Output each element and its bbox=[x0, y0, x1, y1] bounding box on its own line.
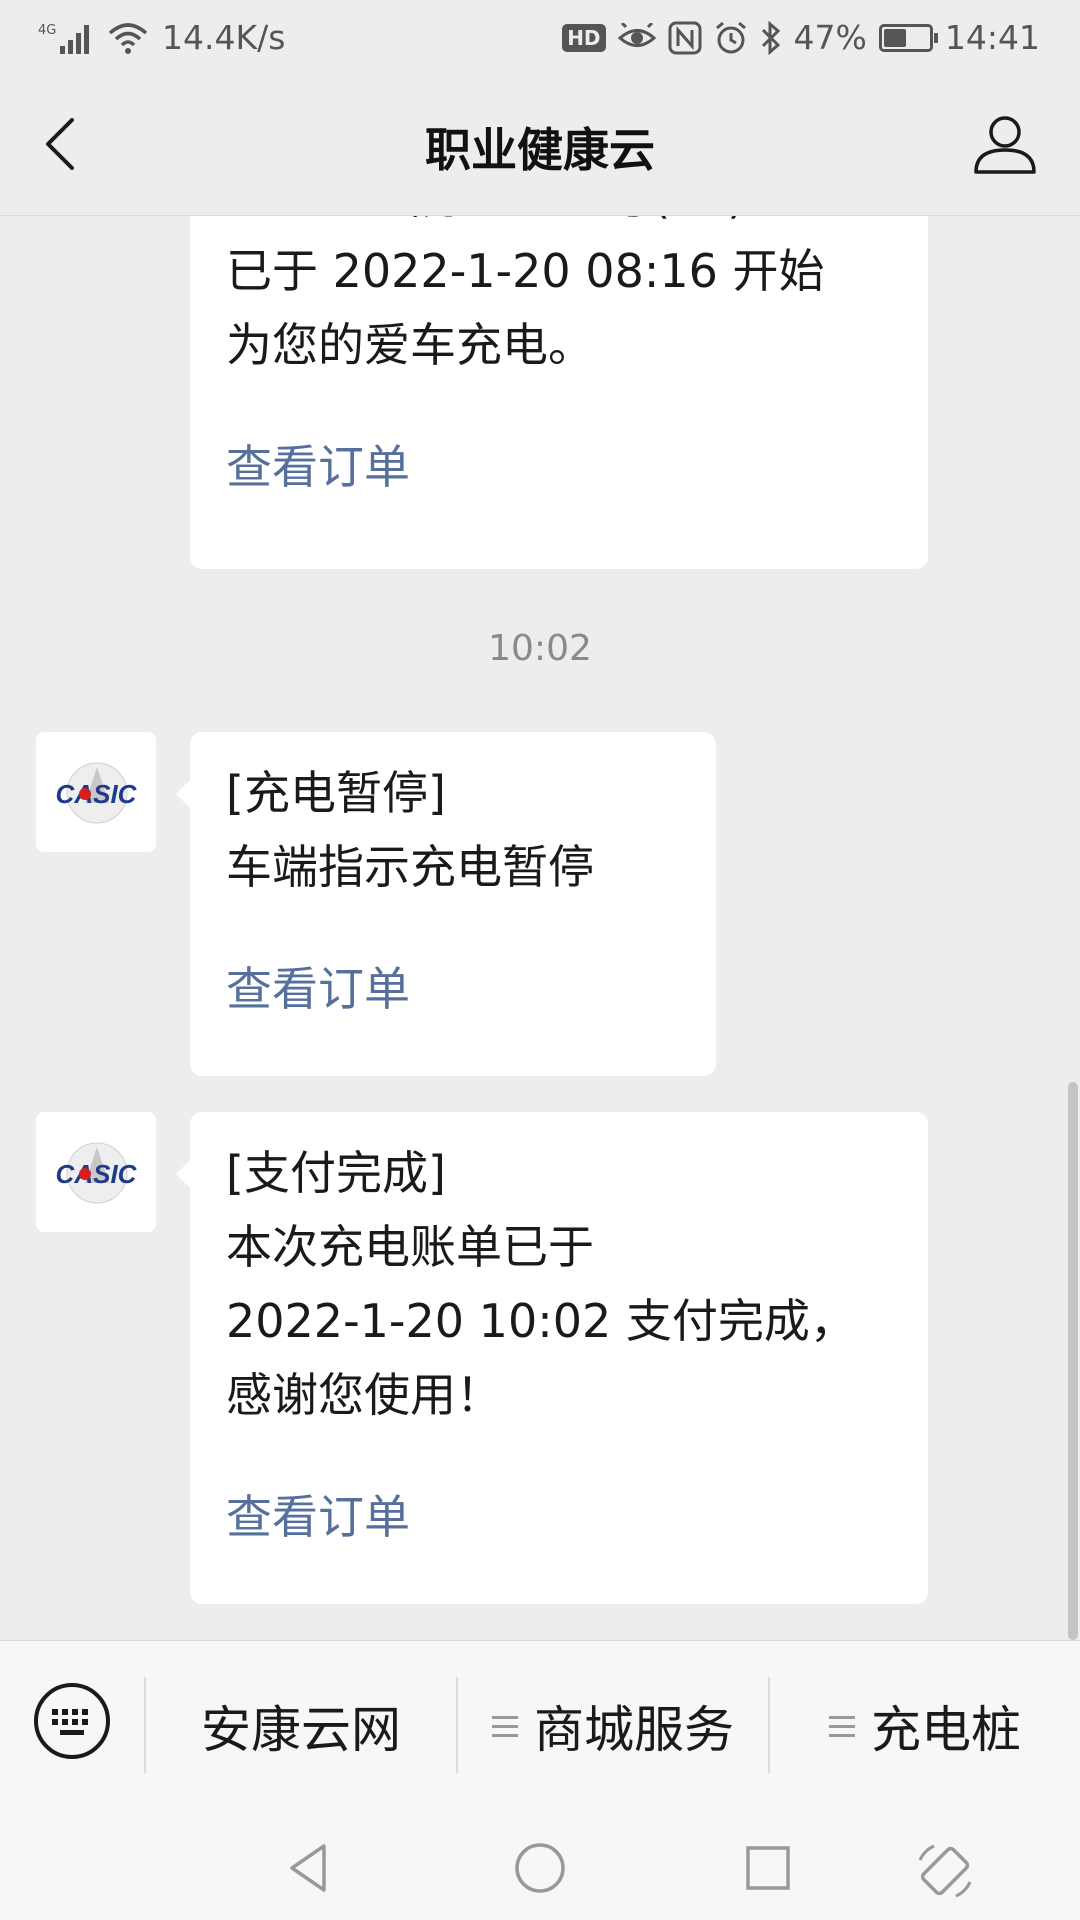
chat-area[interactable]: 电三一医院-731-1号(P1) 已于 2022-1-20 08:16 开始 为… bbox=[0, 216, 1080, 1640]
message-timestamp: 10:02 bbox=[488, 628, 592, 669]
chat-scrollbar[interactable] bbox=[1068, 1082, 1078, 1640]
view-order-link[interactable]: 查看订单 bbox=[226, 430, 892, 504]
alarm-icon bbox=[714, 20, 748, 56]
status-left: 4G 14.4K/s bbox=[38, 18, 285, 57]
menu-item-ankang[interactable]: 安康云网 bbox=[146, 1641, 456, 1811]
menu-item-charger[interactable]: 充电桩 bbox=[770, 1641, 1080, 1811]
system-back-button[interactable] bbox=[280, 1838, 340, 1898]
status-bar: 4G 14.4K/s HD 47% 14:41 bbox=[0, 0, 1080, 74]
profile-button[interactable] bbox=[970, 110, 1040, 180]
view-order-link[interactable]: 查看订单 bbox=[226, 1480, 892, 1554]
rotate-screen-button[interactable] bbox=[912, 1838, 972, 1898]
message-line: 为您的爱车充电。 bbox=[226, 318, 594, 372]
message-line: [支付完成] bbox=[226, 1146, 446, 1200]
recents-square-icon bbox=[746, 1846, 790, 1890]
submenu-lines-icon bbox=[829, 1710, 855, 1743]
network-type: 4G bbox=[38, 23, 56, 38]
menu-item-mall[interactable]: 商城服务 bbox=[458, 1641, 768, 1811]
user-icon bbox=[974, 116, 1036, 174]
wifi-icon bbox=[108, 20, 148, 56]
message-line: 感谢您使用！ bbox=[226, 1368, 502, 1422]
hd-icon: HD bbox=[562, 23, 606, 52]
submenu-lines-icon bbox=[492, 1710, 518, 1743]
battery-percent: 47% bbox=[793, 18, 867, 57]
menu-item-label: 安康云网 bbox=[201, 1701, 401, 1759]
nav-bar: 职业健康云 bbox=[0, 74, 1080, 216]
message-line: 车端指示充电暂停 bbox=[226, 840, 594, 894]
message-line: 电三一医院-731-1号(P1) bbox=[226, 216, 892, 234]
menu-item-label: 商城服务 bbox=[534, 1701, 734, 1759]
back-triangle-icon bbox=[290, 1844, 326, 1892]
network-speed: 14.4K/s bbox=[162, 18, 286, 57]
avatar-logo-text: CASIC bbox=[56, 1159, 138, 1189]
status-right: HD 47% 14:41 bbox=[562, 18, 1040, 57]
message-bubble: [支付完成] 本次充电账单已于 2022-1-20 10:02 支付完成， 感谢… bbox=[176, 1112, 928, 1604]
avatar-logo-text: CASIC bbox=[56, 779, 138, 809]
view-order-link[interactable]: 查看订单 bbox=[226, 952, 680, 1026]
signal-icon: 4G bbox=[38, 20, 94, 56]
rotate-icon bbox=[918, 1844, 972, 1898]
clock: 14:41 bbox=[944, 18, 1040, 57]
system-home-button[interactable] bbox=[510, 1838, 570, 1898]
home-circle-icon bbox=[515, 1843, 565, 1893]
avatar[interactable]: CASIC bbox=[36, 732, 156, 852]
message-bubble: [充电暂停] 车端指示充电暂停 查看订单 bbox=[176, 732, 716, 1076]
message-line: 2022-1-20 10:02 支付完成， bbox=[226, 1294, 856, 1348]
message-line: 已于 2022-1-20 08:16 开始 bbox=[226, 244, 825, 298]
avatar[interactable]: CASIC bbox=[36, 1112, 156, 1232]
bluetooth-icon bbox=[760, 20, 782, 56]
keyboard-toggle-button[interactable] bbox=[32, 1681, 112, 1761]
message-line: 本次充电账单已于 bbox=[226, 1220, 594, 1274]
message-bubble: 电三一医院-731-1号(P1) 已于 2022-1-20 08:16 开始 为… bbox=[190, 216, 928, 569]
eye-icon bbox=[617, 20, 656, 56]
bottom-menu: 安康云网 商城服务 充电桩 bbox=[0, 1640, 1080, 1810]
battery-level bbox=[883, 28, 907, 47]
casic-logo-icon: CASIC bbox=[56, 762, 138, 824]
keyboard-icon bbox=[34, 1683, 110, 1759]
nfc-icon bbox=[668, 20, 702, 56]
casic-logo-icon: CASIC bbox=[56, 1142, 138, 1204]
page-title: 职业健康云 bbox=[425, 123, 655, 177]
menu-item-label: 充电桩 bbox=[871, 1701, 1021, 1759]
system-nav-bar bbox=[0, 1810, 1080, 1920]
system-recents-button[interactable] bbox=[738, 1838, 798, 1898]
message-line: [充电暂停] bbox=[226, 766, 446, 820]
battery-icon bbox=[878, 23, 938, 52]
